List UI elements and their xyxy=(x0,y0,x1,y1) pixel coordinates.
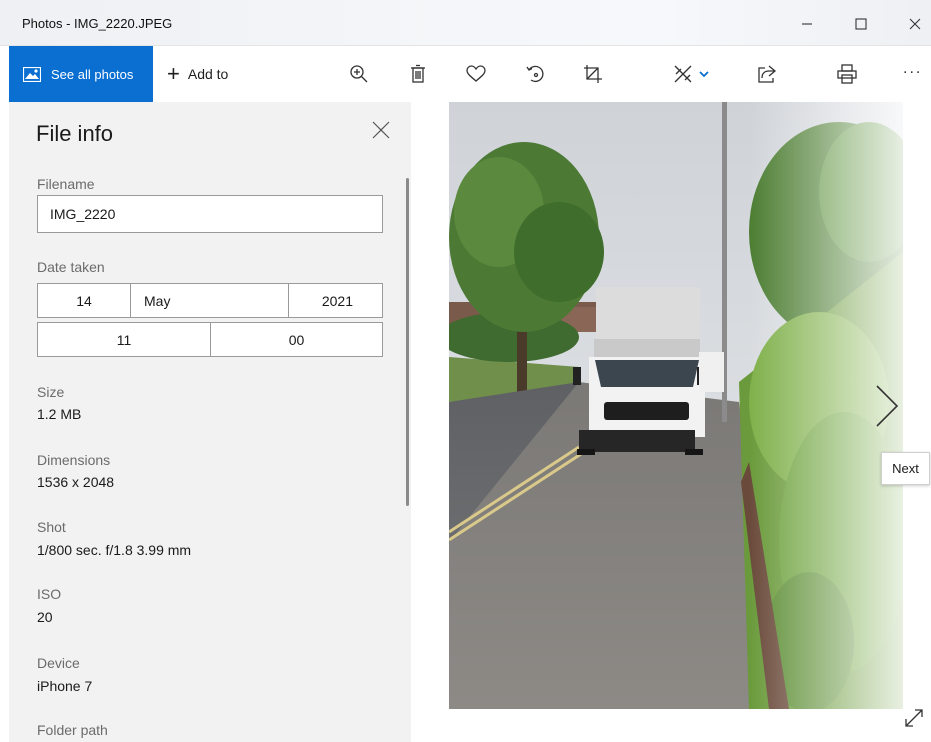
add-to-button[interactable]: + Add to xyxy=(167,46,228,102)
delete-icon xyxy=(411,64,425,83)
favorite-button[interactable] xyxy=(462,60,490,88)
close-panel-button[interactable] xyxy=(371,120,391,140)
expand-icon xyxy=(905,709,923,727)
close-icon xyxy=(372,121,390,139)
zoom-in-button[interactable] xyxy=(345,60,373,88)
title-bar: Photos - IMG_2220.JPEG xyxy=(0,0,931,46)
date-taken-label: Date taken xyxy=(37,259,105,275)
favorite-heart-icon xyxy=(466,65,486,82)
size-value: 1.2 MB xyxy=(37,406,82,422)
chevron-right-icon xyxy=(876,385,899,427)
dimensions-label: Dimensions xyxy=(37,452,111,468)
plus-icon: + xyxy=(167,61,180,86)
scrollbar[interactable] xyxy=(406,178,409,506)
see-all-photos-label: See all photos xyxy=(51,66,134,82)
folder-path-label: Folder path xyxy=(37,722,108,738)
close-window-button[interactable] xyxy=(892,8,931,40)
see-all-photos-button[interactable]: See all photos xyxy=(9,46,153,102)
edit-draw-icon xyxy=(674,65,692,83)
photo-viewer[interactable] xyxy=(449,102,903,709)
street-photo xyxy=(449,102,903,709)
picture-icon xyxy=(23,66,41,82)
minute-field[interactable]: 00 xyxy=(211,323,382,356)
day-field[interactable]: 14 xyxy=(38,284,131,317)
rotate-button[interactable] xyxy=(521,60,549,88)
device-label: Device xyxy=(37,655,80,671)
crop-icon xyxy=(584,65,602,83)
time-picker[interactable]: 11 00 xyxy=(37,322,383,357)
size-label: Size xyxy=(37,384,65,400)
more-options-icon[interactable]: ... xyxy=(903,60,922,78)
month-field[interactable]: May xyxy=(131,284,289,317)
maximize-button[interactable] xyxy=(838,8,884,40)
zoom-in-icon xyxy=(350,65,368,83)
date-picker[interactable]: 14 May 2021 xyxy=(37,283,383,318)
crop-button[interactable] xyxy=(579,60,607,88)
share-button[interactable] xyxy=(753,60,781,88)
year-field[interactable]: 2021 xyxy=(289,284,382,317)
file-info-panel: File info Filename IMG_2220 Date taken 1… xyxy=(9,102,411,742)
dimensions-value: 1536 x 2048 xyxy=(37,474,115,490)
toolbar: See all photos + Add to ... xyxy=(0,46,931,102)
delete-button[interactable] xyxy=(404,60,432,88)
minimize-icon xyxy=(802,23,812,25)
chevron-down-icon xyxy=(699,71,709,78)
print-icon xyxy=(837,64,857,84)
edit-create-button[interactable] xyxy=(668,60,714,88)
share-icon xyxy=(758,65,777,83)
shot-label: Shot xyxy=(37,519,66,535)
window-title: Photos - IMG_2220.JPEG xyxy=(22,16,173,31)
filename-label: Filename xyxy=(37,176,95,192)
device-value: iPhone 7 xyxy=(37,678,93,694)
maximize-icon xyxy=(855,18,867,30)
panel-title: File info xyxy=(36,121,114,146)
minimize-button[interactable] xyxy=(784,8,830,40)
iso-value: 20 xyxy=(37,609,53,625)
close-icon xyxy=(909,18,921,30)
filename-field[interactable]: IMG_2220 xyxy=(37,195,383,233)
next-tooltip: Next xyxy=(881,452,930,485)
next-photo-button[interactable] xyxy=(871,384,903,428)
rotate-icon xyxy=(526,65,544,83)
iso-label: ISO xyxy=(37,586,62,602)
shot-value: 1/800 sec. f/1.8 3.99 mm xyxy=(37,542,192,558)
print-button[interactable] xyxy=(833,60,861,88)
add-to-label: Add to xyxy=(187,66,229,82)
full-screen-button[interactable] xyxy=(903,707,925,729)
hour-field[interactable]: 11 xyxy=(38,323,211,356)
